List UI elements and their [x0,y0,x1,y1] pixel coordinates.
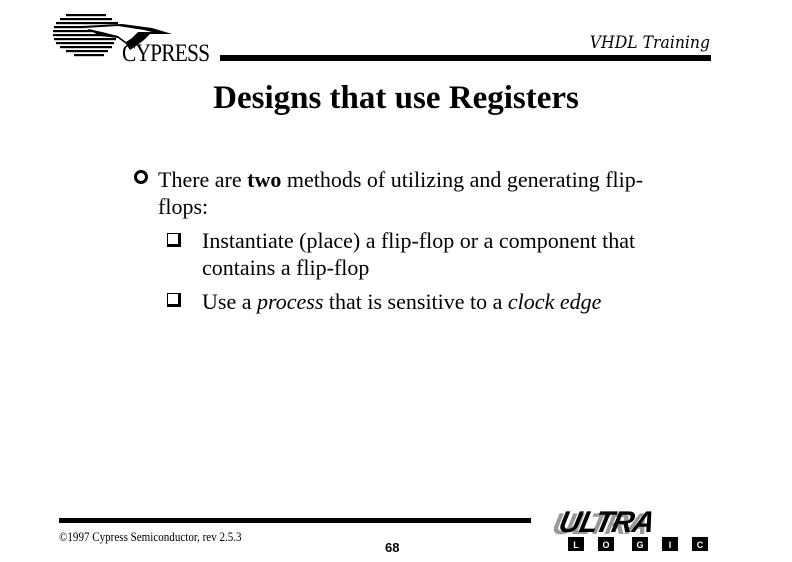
logic-letter: C [697,540,704,550]
bullet-emphasis: clock edge [507,289,602,314]
slide-title: Designs that use Registers [213,80,579,116]
footer-divider [59,518,531,523]
bullet-text: Use a [202,289,257,314]
bullet-level-2: Instantiate (place) a flip-flop or a com… [202,228,636,280]
bullet-text: There are [158,167,248,192]
course-label: VHDL Training [589,33,710,53]
page-number: 68 [385,540,400,555]
logic-letter: L [573,540,579,550]
bullet-emphasis: process [256,289,324,314]
copyright-notice: ©1997 Cypress Semiconductor, rev 2.5.3 [59,529,242,544]
logo-text: ULTRA [556,510,657,539]
bullet-level-1: There are two methods of utilizing and g… [158,166,678,220]
square-bullet-icon [167,293,181,307]
logic-letter: I [669,540,672,550]
square-bullet-icon [167,233,181,247]
logic-letter: O [602,540,609,550]
bullet-text: that is sensitive to a [323,289,508,314]
logic-letter: G [636,540,643,550]
cypress-wordmark: CYPRESS [122,40,210,67]
circle-bullet-icon [134,170,148,184]
ultra-logic-logo-icon: ULTRA ULTRA LOGIC [549,510,708,551]
bullet-level-2: Use a process that is sensitive to a clo… [202,288,682,315]
bullet-emphasis: two [247,167,282,192]
header-divider [220,55,711,61]
